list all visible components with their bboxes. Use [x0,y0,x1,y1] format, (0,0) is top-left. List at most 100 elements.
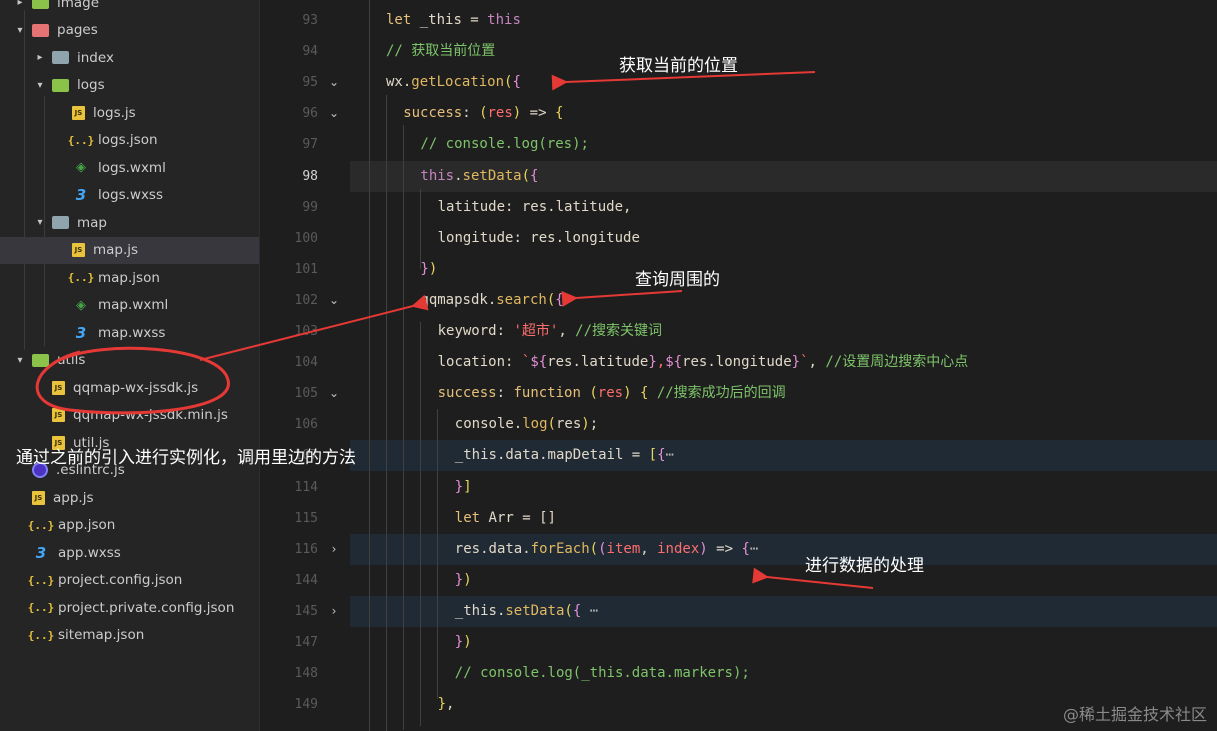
json-file-icon: {..} [67,271,95,284]
code-line[interactable]: }) [350,565,1217,596]
json-file-icon: {..} [67,133,95,147]
line-number: 145 [294,603,318,619]
explorer-item[interactable]: {..} app.json [0,512,259,539]
code-line[interactable]: wx.getLocation({ [350,67,1217,98]
explorer-item[interactable]: JS map.js [0,236,259,264]
code-line[interactable]: longitude: res.longitude [350,223,1217,254]
indent-guide [420,322,421,726]
code-line[interactable]: location: `${res.latitude},${res.longitu… [350,347,1217,378]
fold-collapsed-icon[interactable]: › [326,534,342,565]
fold-expanded-icon[interactable]: ⌄ [326,67,342,98]
code-line[interactable]: // console.log(_this.data.markers); [350,658,1217,689]
explorer-item-label: logs.js [93,104,136,121]
explorer-item[interactable]: {..} sitemap.json [0,622,259,649]
explorer-item[interactable]: ▾ utils [0,347,259,374]
folder-icon [32,23,49,37]
explorer-item-label: project.config.json [58,572,183,588]
explorer-item-label: image [57,0,100,11]
explorer-item[interactable]: {..} logs.json [0,127,259,154]
explorer-item[interactable]: {..} map.json [0,264,259,291]
chevron-down-icon[interactable]: ▾ [14,355,26,366]
explorer-item[interactable]: ◈ logs.wxml [0,154,259,181]
json-file-icon: {..} [27,628,55,642]
explorer-item[interactable]: 3 app.wxss [0,539,259,566]
line-number: 115 [294,510,318,526]
code-line[interactable]: keyword: '超市', //搜索关键词 [350,316,1217,347]
folder-icon [32,0,49,9]
folder-icon [52,78,69,92]
chevron-down-icon[interactable]: ▾ [34,217,46,228]
explorer-item[interactable]: ▾ pages [0,17,259,44]
code-line[interactable]: latitude: res.latitude, [350,192,1217,223]
explorer-item-label: app.js [53,489,94,506]
line-number: 116 [294,541,318,557]
code-line[interactable]: this.setData({ [350,160,1217,192]
wxss-file-icon: 3 [35,543,47,562]
explorer-item[interactable]: ▸ index [0,44,259,71]
explorer-item-label: map.wxml [98,297,169,313]
chevron-down-icon[interactable]: ▾ [14,25,26,36]
explorer-item[interactable]: JS qqmap-wx-jssdk.min.js [0,402,259,429]
code-line[interactable]: _this.data.mapDetail = [{⋯ [350,440,1217,472]
explorer-item[interactable]: {..} project.config.json [0,567,259,594]
code-line[interactable]: }) [350,254,1217,285]
annotation-search-around: 查询周围的 [635,270,720,290]
chevron-down-icon[interactable]: ▾ [34,80,46,91]
fold-collapsed-icon[interactable]: › [326,596,342,627]
line-number: 99 [302,199,318,215]
code-line[interactable]: qqmapsdk.search({ [350,285,1217,316]
code-line[interactable]: }) [350,627,1217,658]
explorer-item-label: logs.json [98,132,158,148]
explorer-item[interactable]: 3 map.wxss [0,319,259,346]
explorer-item-label: app.wxss [58,544,121,561]
explorer-item-label: qqmap-wx-jssdk.min.js [73,407,228,423]
explorer-item[interactable]: 3 logs.wxss [0,182,259,209]
line-number: 97 [302,137,318,153]
line-number: 96 [302,106,318,122]
folder-icon [32,353,49,367]
explorer-item[interactable]: JS app.js [0,484,259,511]
line-number: 100 [294,230,318,246]
explorer-item-label: logs.wxml [98,159,166,176]
code-line[interactable]: let _this = this [350,5,1217,36]
code-line[interactable]: }] [350,472,1217,503]
explorer-item-label: logs.wxss [98,187,164,203]
line-number: 148 [294,666,318,682]
line-number: 94 [302,44,318,60]
code-line[interactable]: success: (res) => { [350,98,1217,129]
code-line[interactable]: res.data.forEach((item, index) => {⋯ [350,533,1217,565]
explorer-item[interactable]: ◈ map.wxml [0,292,259,319]
explorer-item[interactable]: ▾ logs [0,72,259,99]
folder-icon [52,51,69,64]
explorer-item[interactable]: JS qqmap-wx-jssdk.js [0,374,259,401]
annotation-get-location: 获取当前的位置 [619,56,738,76]
js-file-icon: JS [72,243,85,257]
explorer-item-label: utils [57,352,86,368]
explorer-item[interactable]: JS logs.js [0,99,259,126]
code-line[interactable]: // 获取当前位置 [350,36,1217,67]
code-line[interactable]: _this.setData({ ⋯ [350,595,1217,627]
chevron-right-icon[interactable]: ▸ [14,0,26,8]
code-line[interactable]: console.log(res); [350,409,1217,440]
explorer-item[interactable]: {..} project.private.config.json [0,594,259,621]
explorer-item-label: pages [57,22,98,38]
json-file-icon: {..} [27,518,55,532]
line-number: 149 [294,697,318,713]
wxss-file-icon: 3 [75,323,87,342]
fold-expanded-icon[interactable]: ⌄ [326,285,342,316]
line-number: 98 [302,168,318,184]
code-line[interactable]: success: function (res) { //搜索成功后的回调 [350,378,1217,409]
line-number: 95 [302,75,318,91]
fold-expanded-icon[interactable]: ⌄ [326,378,342,409]
fold-expanded-icon[interactable]: ⌄ [326,98,342,129]
code-line[interactable]: let Arr = [] [350,503,1217,534]
explorer-item[interactable]: ▸ image [0,0,259,16]
explorer-item[interactable]: ▾ map [0,209,259,236]
chevron-right-icon[interactable]: ▸ [34,52,46,63]
explorer-item-label: project.private.config.json [58,599,235,616]
js-file-icon: JS [72,105,85,120]
line-number: 106 [294,417,318,433]
folder-icon [52,216,69,229]
annotation-instantiate: 通过之前的引入进行实例化，调用里边的方法 [16,448,356,468]
code-line[interactable]: // console.log(res); [350,129,1217,160]
